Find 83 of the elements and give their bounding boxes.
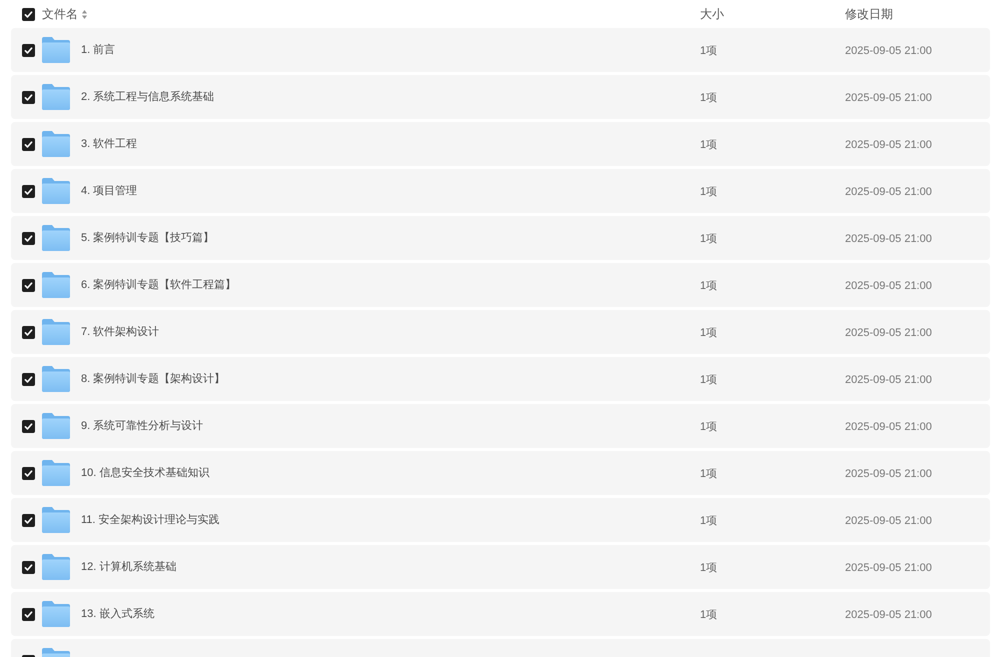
modified-date: 2025-09-05 21:00 (845, 92, 932, 104)
item-count: 1项 (700, 374, 718, 386)
folder-icon (42, 319, 70, 345)
date-column-header[interactable]: 修改日期 (845, 5, 893, 23)
item-count: 1项 (700, 421, 718, 433)
folder-row[interactable]: 7. 软件架构设计 1项 2025-09-05 21:00 (11, 310, 990, 354)
modified-date: 2025-09-05 21:00 (845, 515, 932, 527)
folder-row[interactable]: 11. 安全架构设计理论与实践 1项 2025-09-05 21:00 (11, 498, 990, 542)
folder-icon (42, 413, 70, 439)
checkbox[interactable] (22, 420, 35, 432)
folder-row[interactable]: 6. 案例特训专题【软件工程篇】 1项 2025-09-05 21:00 (11, 263, 990, 307)
name-column-header[interactable]: 文件名 (42, 5, 78, 23)
checkbox[interactable] (22, 560, 35, 574)
modified-date: 2025-09-05 21:00 (845, 45, 932, 57)
checkbox[interactable] (22, 138, 35, 150)
modified-date: 2025-09-05 21:00 (845, 280, 932, 292)
folder-row[interactable]: 12. 计算机系统基础 1项 2025-09-05 21:00 (11, 545, 990, 589)
folder-name: 11. 安全架构设计理论与实践 (81, 512, 220, 528)
modified-date: 2025-09-05 21:00 (845, 374, 932, 386)
folder-row[interactable]: 2. 系统工程与信息系统基础 1项 2025-09-05 21:00 (11, 75, 990, 119)
modified-date: 2025-09-05 21:00 (845, 421, 932, 433)
folder-name: 9. 系统可靠性分析与设计 (81, 418, 204, 434)
item-count: 1项 (700, 562, 718, 574)
folder-name: 8. 案例特训专题【架构设计】 (81, 372, 226, 387)
checkbox[interactable] (22, 44, 35, 56)
item-count: 1项 (700, 468, 718, 480)
folder-row[interactable]: 4. 项目管理 1项 2025-09-05 21:00 (11, 169, 990, 213)
modified-date: 2025-09-05 21:00 (845, 139, 932, 151)
folder-icon (42, 131, 70, 157)
folder-icon (42, 225, 70, 251)
modified-date: 2025-09-05 21:00 (845, 562, 932, 574)
checkbox[interactable] (22, 608, 35, 620)
folder-icon (42, 178, 70, 204)
folder-name: 13. 嵌入式系统 (81, 606, 154, 622)
item-count: 1项 (700, 139, 718, 151)
checkbox[interactable] (22, 232, 35, 244)
folder-icon (42, 366, 70, 392)
sort-icon[interactable] (82, 10, 87, 18)
checkbox[interactable] (22, 466, 35, 480)
modified-date: 2025-09-05 21:00 (845, 233, 932, 245)
folder-icon (42, 37, 70, 63)
folder-name: 1. 前言 (81, 42, 116, 58)
item-count: 1项 (700, 609, 718, 621)
folder-row[interactable]: 3. 软件工程 1项 2025-09-05 21:00 (11, 122, 990, 166)
folder-row[interactable]: 5. 案例特训专题【技巧篇】 1项 2025-09-05 21:00 (11, 216, 990, 260)
checkbox[interactable] (22, 184, 35, 198)
folder-row[interactable]: 8. 案例特训专题【架构设计】 1项 2025-09-05 21:00 (11, 357, 990, 401)
folder-name: 10. 信息安全技术基础知识 (81, 466, 210, 481)
modified-date: 2025-09-05 21:00 (845, 609, 932, 621)
folder-name: 12. 计算机系统基础 (81, 560, 176, 575)
folder-row[interactable]: 1. 前言 1项 2025-09-05 21:00 (11, 28, 990, 72)
item-count: 1项 (700, 186, 718, 198)
checkbox[interactable] (22, 372, 35, 386)
folder-name: 2. 系统工程与信息系统基础 (81, 90, 214, 105)
folder-name: 4. 项目管理 (81, 184, 138, 199)
folder-icon (42, 554, 70, 580)
folder-icon (42, 460, 70, 486)
folder-name: 6. 案例特训专题【软件工程篇】 (81, 278, 236, 293)
modified-date: 2025-09-05 21:00 (845, 186, 932, 198)
folder-icon (42, 507, 70, 533)
checkbox[interactable] (22, 326, 35, 338)
folder-name: 7. 软件架构设计 (81, 324, 160, 340)
folder-icon (42, 84, 70, 110)
folder-name: 3. 软件工程 (81, 136, 138, 152)
folder-icon (42, 272, 70, 298)
modified-date: 2025-09-05 21:00 (845, 327, 932, 339)
folder-row[interactable]: 13. 嵌入式系统 1项 2025-09-05 21:00 (11, 592, 990, 636)
checkbox[interactable] (22, 278, 35, 292)
item-count: 1项 (700, 233, 718, 245)
checkbox[interactable] (22, 90, 35, 104)
item-count: 1项 (700, 92, 718, 104)
folder-name: 5. 案例特训专题【技巧篇】 (81, 230, 214, 246)
item-count: 1项 (700, 327, 718, 339)
item-count: 1项 (700, 45, 718, 57)
modified-date: 2025-09-05 21:00 (845, 468, 932, 480)
checkbox[interactable] (22, 8, 35, 20)
checkbox[interactable] (22, 514, 35, 526)
item-count: 1项 (700, 280, 718, 292)
folder-icon (42, 601, 70, 627)
folder-row[interactable]: 9. 系统可靠性分析与设计 1项 2025-09-05 21:00 (11, 404, 990, 448)
folder-row[interactable]: 10. 信息安全技术基础知识 1项 2025-09-05 21:00 (11, 451, 990, 495)
size-column-header[interactable]: 大小 (700, 5, 724, 23)
item-count: 1项 (700, 515, 718, 527)
